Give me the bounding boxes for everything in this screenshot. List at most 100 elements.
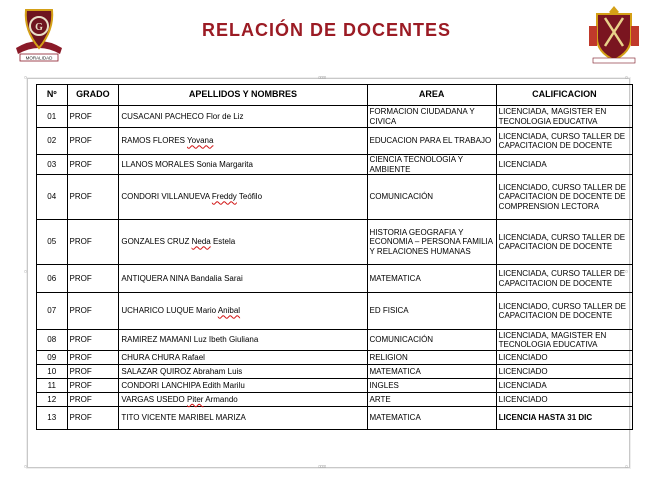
table-body: 01 PROF CUSACANI PACHECO Flor de Liz FORMAC… xyxy=(36,105,634,430)
resize-handle-bottom-right[interactable]: ▫ xyxy=(625,463,628,471)
row-number: 04 xyxy=(36,174,68,220)
row-area: COMUNICACIÓN xyxy=(366,174,497,220)
name-text: GONZALES CRUZ xyxy=(121,237,192,247)
row-grade: PROF xyxy=(66,350,120,365)
row-grade: PROF xyxy=(66,329,120,351)
table-row: 11 PROF CONDORI LANCHIPA Edith Marilu INGLE… xyxy=(36,378,634,393)
table-row: 04 PROF CONDORI VILLANUEVA Freddy Teófilo C… xyxy=(36,174,634,220)
row-qualification: LICENCIADO, CURSO TALLER DE CAPACITACION… xyxy=(495,174,634,220)
row-qualification: LICENCIADA, CURSO TALLER DE CAPACITACION… xyxy=(495,127,634,155)
name-text: CONDORI VILLANUEVA xyxy=(121,192,212,202)
name-text: UCHARICO LUQUE Mario xyxy=(121,306,218,316)
row-number: 06 xyxy=(36,264,68,293)
table-row: 03 PROF LLANOS MORALES Sonia Margarita CIEN… xyxy=(36,154,634,175)
row-name: CONDORI VILLANUEVA Freddy Teófilo xyxy=(118,174,368,220)
row-qualification: LICENCIADA xyxy=(495,378,634,393)
resize-handle-top-right[interactable]: ▫ xyxy=(625,74,628,82)
row-name: CONDORI LANCHIPA Edith Marilu xyxy=(118,378,368,393)
row-qualification: LICENCIADO xyxy=(495,392,634,407)
table-row: 09 PROF CHURA CHURA Rafael RELIGION LICENCIA… xyxy=(36,350,634,365)
row-area: MATEMATICA xyxy=(366,264,497,293)
row-qualification: LICENCIADA, MAGISTER EN TECNOLOGIA EDUCA… xyxy=(495,329,634,351)
row-grade: PROF xyxy=(66,406,120,430)
column-header-name: APELLIDOS Y NOMBRES xyxy=(118,84,368,106)
spellcheck-marked-word: Yovana xyxy=(187,136,214,146)
row-grade: PROF xyxy=(66,292,120,330)
name-text: LLANOS MORALES Sonia Margarita xyxy=(121,159,253,169)
row-grade: PROF xyxy=(66,392,120,407)
row-area: MATEMATICA xyxy=(366,364,497,379)
table-row: 05 PROF GONZALES CRUZ Neda Estela HISTORIA … xyxy=(36,219,634,265)
teachers-table: Nº GRADO APELLIDOS Y NOMBRES AREA CALIFI… xyxy=(36,84,634,430)
row-name: RAMOS FLORES Yovana xyxy=(118,127,368,155)
row-name: GONZALES CRUZ Neda Estela xyxy=(118,219,368,265)
row-number: 08 xyxy=(36,329,68,351)
row-number: 13 xyxy=(36,406,68,430)
row-number: 12 xyxy=(36,392,68,407)
row-number: 07 xyxy=(36,292,68,330)
row-grade: PROF xyxy=(66,378,120,393)
row-qualification: LICENCIADA xyxy=(495,154,634,175)
row-area: INGLES xyxy=(366,378,497,393)
row-grade: PROF xyxy=(66,105,120,128)
row-grade: PROF xyxy=(66,364,120,379)
row-qualification: LICENCIADO xyxy=(495,350,634,365)
institution-shield-logo xyxy=(589,6,639,64)
row-number: 02 xyxy=(36,127,68,155)
name-text: CHURA CHURA Rafael xyxy=(121,352,205,362)
row-qualification: LICENCIA HASTA 31 DIC xyxy=(495,406,634,430)
table-row: 06 PROF ANTIQUERA NINA Bandalia Sarai MATEM… xyxy=(36,264,634,293)
row-grade: PROF xyxy=(66,127,120,155)
row-qualification: LICENCIADO xyxy=(495,364,634,379)
svg-text:MORALIDAD: MORALIDAD xyxy=(26,56,54,61)
row-number: 10 xyxy=(36,364,68,379)
page-title: RELACIÓN DE DOCENTES xyxy=(201,20,452,40)
table-row: 12 PROF VARGAS USEDO Piter Armando ARTE LICE… xyxy=(36,392,634,407)
resize-handle-top-left[interactable]: ▫ xyxy=(24,74,27,82)
column-header-area: AREA xyxy=(366,84,497,106)
row-area: ED FISICA xyxy=(366,292,497,330)
row-area: MATEMATICA xyxy=(366,406,497,430)
row-qualification: LICENCIADA, MAGISTER EN TECNOLOGIA EDUCA… xyxy=(495,105,634,128)
resize-handle-top[interactable]: ▫▫▫▫ xyxy=(318,74,326,82)
resize-handle-left[interactable]: ▫ xyxy=(24,268,27,276)
row-number: 05 xyxy=(36,219,68,265)
row-name: ANTIQUERA NINA Bandalia Sarai xyxy=(118,264,368,293)
row-number: 09 xyxy=(36,350,68,365)
resize-handle-bottom-left[interactable]: ▫ xyxy=(24,463,27,471)
table-row: 07 PROF UCHARICO LUQUE Mario Anibal ED FISI… xyxy=(36,292,634,330)
row-grade: PROF xyxy=(66,219,120,265)
row-name: SALAZAR QUIROZ Abraham Luis xyxy=(118,364,368,379)
name-text: RAMOS FLORES xyxy=(121,136,188,146)
row-name: CHURA CHURA Rafael xyxy=(118,350,368,365)
row-number: 03 xyxy=(36,154,68,175)
row-grade: PROF xyxy=(66,174,120,220)
row-grade: PROF xyxy=(66,264,120,293)
column-header-qualification: CALIFICACION xyxy=(495,84,634,106)
spellcheck-marked-word: Anibal xyxy=(217,306,241,316)
row-qualification: LICENCIADO, CURSO TALLER DE CAPACITACION… xyxy=(495,292,634,330)
row-area: FORMACION CIUDADANA Y CIVICA xyxy=(366,105,497,128)
row-area: HISTORIA GEOGRAFIA Y ECONOMIA – PERSONA … xyxy=(366,219,497,265)
row-name: RAMIREZ MAMANI Luz Ibeth Giuliana xyxy=(118,329,368,351)
name-text: Estela xyxy=(210,237,236,247)
row-number: 11 xyxy=(36,378,68,393)
row-grade: PROF xyxy=(66,154,120,175)
row-qualification: LICENCIADA, CURSO TALLER DE CAPACITACION… xyxy=(495,264,634,293)
column-header-number: Nº xyxy=(36,84,68,106)
row-area: ARTE xyxy=(366,392,497,407)
name-text: CUSACANI PACHECO Flor de Liz xyxy=(121,111,244,121)
name-text: ANTIQUERA NINA Bandalia Sarai xyxy=(121,273,243,283)
table-row: 02 PROF RAMOS FLORES Yovana EDUCACION PARA … xyxy=(36,127,634,155)
name-text: CONDORI LANCHIPA Edith Marilu xyxy=(121,380,245,390)
spellcheck-marked-word: Piter xyxy=(187,394,204,404)
row-name: VARGAS USEDO Piter Armando xyxy=(118,392,368,407)
row-number: 01 xyxy=(36,105,68,128)
resize-handle-bottom[interactable]: ▫▫▫▫ xyxy=(318,463,326,471)
row-name: UCHARICO LUQUE Mario Anibal xyxy=(118,292,368,330)
row-area: RELIGION xyxy=(366,350,497,365)
row-area: COMUNICACIÓN xyxy=(366,329,497,351)
document-header: G MORALIDAD RELACIÓN DE DOCENTES xyxy=(0,0,653,70)
row-name: LLANOS MORALES Sonia Margarita xyxy=(118,154,368,175)
spellcheck-marked-word: Neda xyxy=(191,237,211,247)
